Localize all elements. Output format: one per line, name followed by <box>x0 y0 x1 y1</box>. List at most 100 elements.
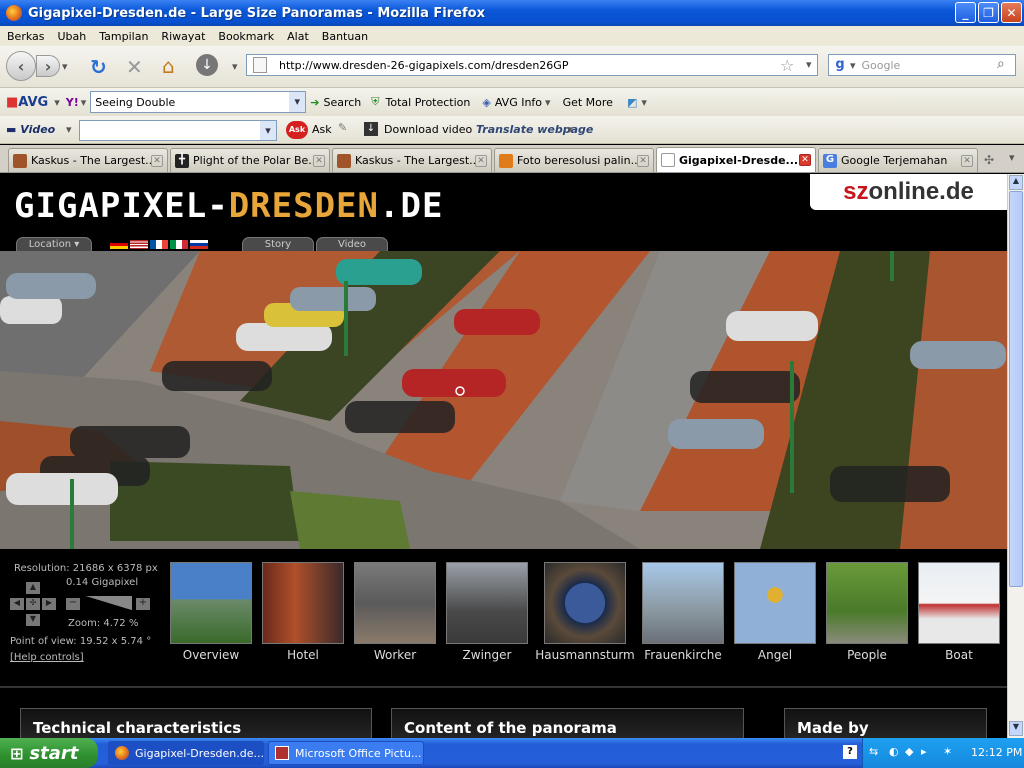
tab-list-dropdown-icon[interactable]: ▾ <box>1009 151 1015 164</box>
video-search-input[interactable]: ▾ <box>79 120 277 141</box>
thumb-people[interactable] <box>826 562 908 644</box>
start-button[interactable]: ⊞ start <box>0 738 98 768</box>
avg-logo[interactable]: ■AVG <box>6 95 48 110</box>
url-dropdown-icon[interactable]: ▾ <box>806 58 812 71</box>
zoom-out-button[interactable]: − <box>66 598 80 610</box>
made-by-section[interactable]: Made by <box>784 708 987 738</box>
tab-kaskus-2[interactable]: Kaskus - The Largest... ✕ <box>332 148 492 172</box>
pan-down-button[interactable]: ▼ <box>26 614 40 626</box>
stop-icon[interactable]: ✕ <box>126 55 143 79</box>
thumb-boat-label[interactable]: Boat <box>909 648 1007 662</box>
panorama-viewer[interactable] <box>0 251 1007 549</box>
location-tab[interactable]: Location ▾ <box>16 237 92 251</box>
pan-right-button[interactable]: ▶ <box>42 598 56 610</box>
tab-gigapixel[interactable]: Gigapixel-Dresde... ✕ <box>656 147 816 172</box>
security-icon[interactable]: ◐ <box>889 745 899 758</box>
panorama-content-section[interactable]: Content of the panorama <box>391 708 744 738</box>
google-icon[interactable]: g <box>832 57 848 73</box>
tab-polar-bear[interactable]: ╋ Plight of the Polar Be... ✕ <box>170 148 330 172</box>
vertical-scrollbar[interactable]: ▲ ▼ <box>1007 174 1024 738</box>
video-dropdown-icon[interactable]: ▾ <box>66 123 72 136</box>
flag-us-icon[interactable] <box>130 240 148 249</box>
fullscreen-button[interactable]: ✣ <box>26 598 40 610</box>
story-tab[interactable]: Story <box>242 237 314 251</box>
menu-alat[interactable]: Alat <box>287 30 309 43</box>
forward-button[interactable]: › <box>36 55 60 77</box>
flag-ru-icon[interactable] <box>190 240 208 249</box>
home-icon[interactable]: ⌂ <box>162 54 175 78</box>
thumb-boat[interactable] <box>918 562 1000 644</box>
search-bar[interactable]: g ▾ Google ⌕ <box>828 54 1016 76</box>
yahoo-dropdown-icon[interactable]: ▾ <box>81 96 87 109</box>
download-dropdown-icon[interactable]: ▾ <box>232 60 238 73</box>
site-logo[interactable]: GIGAPIXEL-DRESDEN.DE <box>14 186 443 226</box>
extras-dropdown-icon[interactable]: ▾ <box>641 96 647 109</box>
scroll-down-icon[interactable]: ▼ <box>1009 721 1023 736</box>
thumb-angel-label[interactable]: Angel <box>725 648 825 662</box>
search-history-dropdown-icon[interactable]: ▾ <box>289 92 306 112</box>
thumb-people-label[interactable]: People <box>817 648 917 662</box>
yahoo-icon[interactable]: Y! <box>66 96 79 109</box>
avg-search-button[interactable]: Search <box>323 96 361 109</box>
video-tab[interactable]: Video <box>316 237 388 251</box>
search-engine-dropdown-icon[interactable]: ▾ <box>850 59 856 72</box>
thumb-frauenkirche[interactable] <box>642 562 724 644</box>
clock[interactable]: 12:12 PM <box>971 746 1022 759</box>
taskbar-office-picture[interactable]: Microsoft Office Pictu... <box>268 741 424 765</box>
thumb-overview-label[interactable]: Overview <box>161 648 261 662</box>
thumb-hausmannsturm[interactable] <box>544 562 626 644</box>
help-controls-link[interactable]: [Help controls] <box>10 652 84 663</box>
bookmark-star-icon[interactable]: ☆ <box>780 56 794 75</box>
taskbar-firefox[interactable]: Gigapixel-Dresden.de... <box>108 741 264 765</box>
back-button[interactable]: ‹ <box>6 51 36 81</box>
messenger-icon[interactable]: ✶ <box>943 745 952 758</box>
yahoo-search-input[interactable]: Seeing Double ▾ <box>90 91 307 113</box>
avg-info-dropdown-icon[interactable]: ▾ <box>545 96 551 109</box>
ask-button[interactable]: Ask <box>312 123 332 136</box>
get-more-button[interactable]: Get More <box>563 96 613 109</box>
technical-characteristics-section[interactable]: Technical characteristics <box>20 708 372 738</box>
menu-berkas[interactable]: Berkas <box>7 30 45 43</box>
thumb-overview[interactable] <box>170 562 252 644</box>
menu-tampilan[interactable]: Tampilan <box>99 30 148 43</box>
video-button[interactable]: ▬ Video <box>6 123 55 136</box>
menu-bantuan[interactable]: Bantuan <box>322 30 368 43</box>
thumb-hausmannsturm-label[interactable]: Hausmannsturm <box>535 648 635 662</box>
thumb-angel[interactable] <box>734 562 816 644</box>
minimize-button[interactable]: _ <box>955 2 976 23</box>
flag-it-icon[interactable] <box>170 240 188 249</box>
language-icon[interactable]: ◆ <box>905 745 913 758</box>
menu-riwayat[interactable]: Riwayat <box>161 30 205 43</box>
thumb-zwinger[interactable] <box>446 562 528 644</box>
total-protection-button[interactable]: Total Protection <box>386 96 471 109</box>
thumb-hotel-label[interactable]: Hotel <box>253 648 353 662</box>
szonline-logo[interactable]: sz online.de <box>810 174 1007 210</box>
scroll-thumb[interactable] <box>1009 191 1023 587</box>
highlight-icon[interactable]: ✎ <box>338 121 347 134</box>
url-bar[interactable]: http://www.dresden-26-gigapixels.com/dre… <box>246 54 818 76</box>
zoom-in-button[interactable]: + <box>136 598 150 610</box>
flag-de-icon[interactable] <box>110 240 128 249</box>
pan-left-button[interactable]: ◀ <box>10 598 24 610</box>
pan-up-button[interactable]: ▲ <box>26 582 40 594</box>
thumb-worker[interactable] <box>354 562 436 644</box>
video-search-dropdown-icon[interactable]: ▾ <box>260 121 276 140</box>
menu-bookmark[interactable]: Bookmark <box>218 30 274 43</box>
search-icon[interactable]: ⌕ <box>997 56 1005 72</box>
tab-foto[interactable]: Foto beresolusi palin... ✕ <box>494 148 654 172</box>
tab-close-icon[interactable]: ✕ <box>475 154 487 167</box>
network-icon[interactable]: ⇆ <box>869 745 878 758</box>
thumb-frauenkirche-label[interactable]: Frauenkirche <box>633 648 733 662</box>
tab-close-icon[interactable]: ✕ <box>637 154 649 167</box>
tab-google-translate[interactable]: G Google Terjemahan ✕ <box>818 148 978 172</box>
tab-close-icon[interactable]: ✕ <box>799 154 811 166</box>
new-tab-icon[interactable]: ✣ <box>984 153 994 167</box>
app-tray-icon[interactable]: ▸ <box>921 745 927 758</box>
reload-icon[interactable]: ↻ <box>90 55 107 79</box>
download-icon[interactable]: ↓ <box>196 54 218 76</box>
zoom-slider[interactable] <box>86 596 132 610</box>
history-dropdown-icon[interactable]: ▾ <box>62 60 68 73</box>
menu-ubah[interactable]: Ubah <box>58 30 87 43</box>
translate-dropdown-icon[interactable]: ▾ <box>567 123 573 136</box>
thumb-zwinger-label[interactable]: Zwinger <box>437 648 537 662</box>
